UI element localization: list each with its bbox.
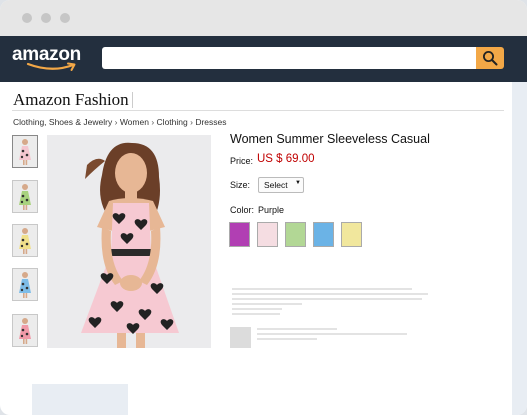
browser-window: amazon Amazon Fashion Clothing, Shoes & … xyxy=(0,0,527,415)
fineprint-line xyxy=(232,308,282,310)
section-title: Amazon Fashion xyxy=(13,90,129,109)
breadcrumb-separator: › xyxy=(114,117,118,127)
minimize-window-button[interactable] xyxy=(41,13,51,23)
fineprint-line xyxy=(232,303,302,305)
fineprint-line xyxy=(257,328,337,330)
color-value: Purple xyxy=(258,205,285,215)
maximize-window-button[interactable] xyxy=(60,13,70,23)
product-main-image[interactable] xyxy=(47,135,211,348)
magnifier-icon xyxy=(483,51,498,66)
footer-block xyxy=(32,384,128,415)
dropdown-caret-icon: ▼ xyxy=(295,180,301,186)
size-dropdown-value: Select xyxy=(264,180,288,190)
thumbnail-image xyxy=(13,181,37,212)
product-thumbnail[interactable] xyxy=(12,180,38,213)
search-button[interactable] xyxy=(476,47,504,69)
breadcrumb-separator: › xyxy=(190,117,193,127)
color-swatch-yellow[interactable] xyxy=(341,222,362,247)
color-swatch-blue[interactable] xyxy=(313,222,334,247)
close-window-button[interactable] xyxy=(22,13,32,23)
product-thumbnail[interactable] xyxy=(12,135,38,168)
breadcrumb-separator: › xyxy=(151,117,155,127)
window-titlebar xyxy=(0,0,527,36)
color-swatch-purple[interactable] xyxy=(229,222,250,247)
color-label: Color: xyxy=(230,205,255,215)
fineprint-line xyxy=(232,293,428,295)
breadcrumb-link[interactable]: Clothing, Shoes & Jewelry xyxy=(13,117,112,127)
breadcrumb-link[interactable]: Dresses xyxy=(195,117,226,127)
price-value: US $ 69.00 xyxy=(257,153,315,165)
search-input[interactable] xyxy=(102,47,476,69)
fineprint-line xyxy=(232,298,422,300)
color-swatch-pink[interactable] xyxy=(257,222,278,247)
fineprint-line xyxy=(257,338,317,340)
breadcrumb: Clothing, Shoes & Jewelry › Women › Clot… xyxy=(13,117,227,127)
title-divider xyxy=(132,92,133,108)
amazon-logo[interactable]: amazon xyxy=(12,44,92,74)
breadcrumb-link[interactable]: Clothing xyxy=(157,117,188,127)
color-swatch-green[interactable] xyxy=(285,222,306,247)
product-thumbnail[interactable] xyxy=(12,268,38,301)
size-label: Size: xyxy=(230,180,251,190)
scrollbar-track[interactable] xyxy=(512,82,527,415)
thumbnail-image xyxy=(13,269,37,300)
size-dropdown[interactable]: Select ▼ xyxy=(258,177,304,193)
fineprint-line xyxy=(232,313,280,315)
promo-image[interactable] xyxy=(230,327,251,348)
smile-arrow-icon xyxy=(26,62,76,71)
thumbnail-image xyxy=(13,136,37,167)
price-label: Price: xyxy=(230,156,254,166)
product-thumbnail[interactable] xyxy=(12,314,38,347)
fineprint-line xyxy=(232,288,412,290)
header-divider xyxy=(12,110,504,111)
breadcrumb-link[interactable]: Women xyxy=(120,117,149,127)
thumbnail-image xyxy=(13,315,37,346)
fineprint-line xyxy=(257,333,407,335)
dress-model-illustration xyxy=(47,135,211,348)
thumbnail-image xyxy=(13,225,37,256)
product-thumbnail[interactable] xyxy=(12,224,38,257)
product-title: Women Summer Sleeveless Casual xyxy=(230,132,430,146)
